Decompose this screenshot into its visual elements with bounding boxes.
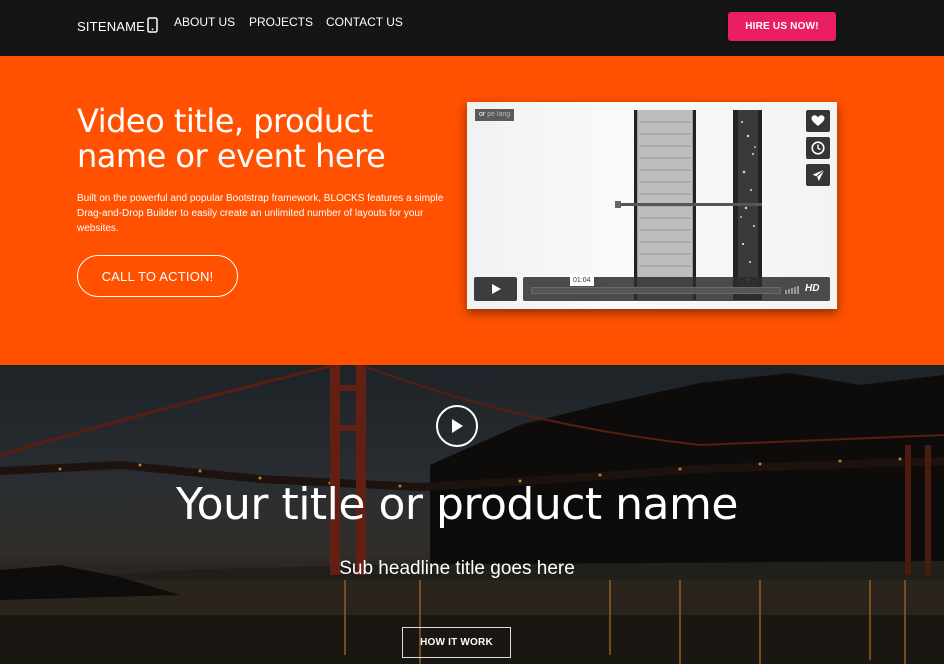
nav-link-contact[interactable]: CONTACT US <box>326 15 403 29</box>
send-icon <box>812 168 825 181</box>
nav-link-about[interactable]: ABOUT US <box>174 15 235 29</box>
video-progress-bar[interactable]: 01:04 HD <box>523 275 830 301</box>
nav-link-projects[interactable]: PROJECTS <box>249 15 313 29</box>
volume-icon[interactable] <box>785 284 799 294</box>
brand-name[interactable]: SITENAME <box>77 19 145 34</box>
site-logo[interactable]: SITENAME <box>77 16 158 34</box>
play-icon <box>491 284 501 294</box>
video-player[interactable]: or pe lang 01:04 HD <box>467 102 837 309</box>
hero-subtitle: Sub headline title goes here <box>339 558 575 579</box>
hero-title: Video title, product name or event here <box>77 102 386 175</box>
image-hero-section: Your title or product name Sub headline … <box>0 365 944 664</box>
hero-description: Built on the powerful and popular Bootst… <box>77 193 444 234</box>
play-icon <box>452 419 463 433</box>
video-play-button[interactable] <box>474 277 517 301</box>
like-button[interactable] <box>806 110 830 132</box>
video-scrubber-track[interactable] <box>531 287 781 294</box>
call-to-action-button[interactable]: CALL TO ACTION! <box>77 255 238 297</box>
video-controls: 01:04 HD <box>474 275 830 301</box>
video-time-tooltip: 01:04 <box>570 275 594 286</box>
navbar: SITENAME ABOUT US PROJECTS CONTACT US HI… <box>0 0 944 56</box>
hire-us-button[interactable]: HIRE US NOW! <box>728 12 836 41</box>
hero-title: Your title or product name <box>176 479 738 530</box>
watch-later-button[interactable] <box>806 137 830 159</box>
share-button[interactable] <box>806 164 830 186</box>
hero-play-button[interactable] <box>436 405 478 447</box>
clock-icon <box>811 141 825 155</box>
video-frame[interactable]: or pe lang 01:04 HD <box>467 102 837 309</box>
how-it-works-button[interactable]: HOW IT WORK <box>402 627 511 658</box>
tablet-icon <box>147 16 158 33</box>
hd-toggle[interactable]: HD <box>805 283 819 294</box>
video-channel-tag: or pe lang <box>475 109 515 121</box>
video-hero-section: Video title, product name or event here … <box>0 56 944 365</box>
heart-icon <box>811 115 825 126</box>
